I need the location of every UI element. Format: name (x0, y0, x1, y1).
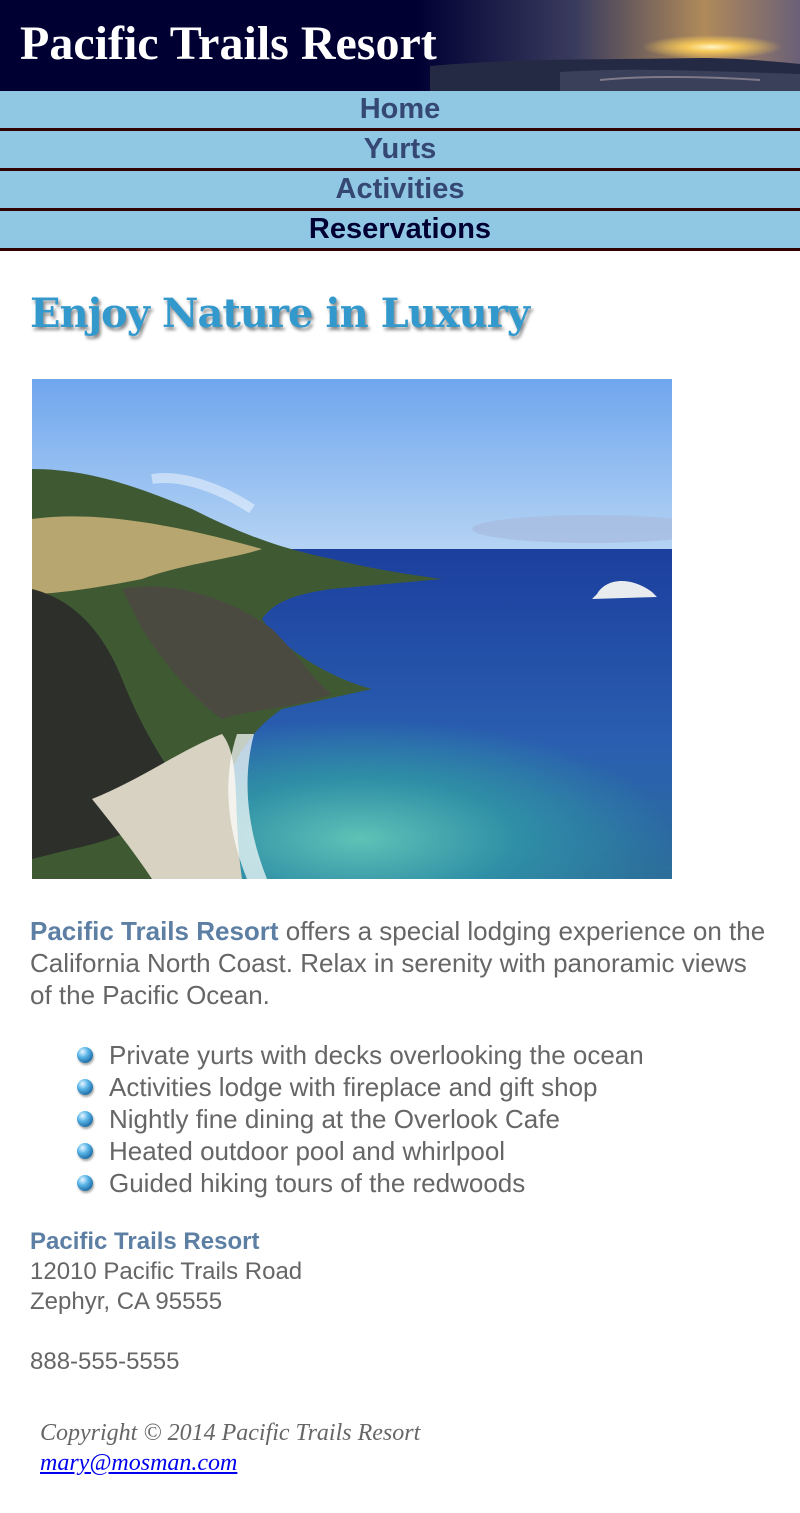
nav-activities-link[interactable]: Activities (0, 171, 800, 211)
nav-yurts-link[interactable]: Yurts (0, 131, 800, 171)
nav-home-link[interactable]: Home (0, 91, 800, 131)
bullet-icon (77, 1111, 93, 1127)
coastline-photo (32, 379, 672, 879)
intro-paragraph: Pacific Trails Resort offers a special l… (30, 915, 770, 1011)
intro-brand-name: Pacific Trails Resort (30, 916, 279, 946)
features-list: Private yurts with decks overlooking the… (76, 1039, 644, 1199)
address-name: Pacific Trails Resort (30, 1228, 260, 1255)
bullet-icon (77, 1175, 93, 1191)
address-city: Zephyr, CA 95555 (30, 1288, 223, 1315)
list-item: Guided hiking tours of the redwoods (76, 1167, 644, 1199)
address-street: 12010 Pacific Trails Road (30, 1258, 303, 1285)
page-footer: Copyright © 2014 Pacific Trails Resort m… (40, 1418, 420, 1478)
feature-text: Guided hiking tours of the redwoods (109, 1168, 526, 1198)
bullet-icon (77, 1079, 93, 1095)
feature-text: Heated outdoor pool and whirlpool (109, 1136, 506, 1166)
email-link[interactable]: mary@mosman.com (40, 1448, 420, 1478)
nav-reservations-link[interactable]: Reservations (0, 211, 800, 251)
bullet-icon (77, 1047, 93, 1063)
list-item: Nightly fine dining at the Overlook Cafe (76, 1103, 644, 1135)
feature-text: Nightly fine dining at the Overlook Cafe (109, 1104, 560, 1134)
phone-number: 888-555-5555 (30, 1348, 180, 1375)
contact-address: Pacific Trails Resort 12010 Pacific Trai… (30, 1227, 302, 1377)
feature-text: Activities lodge with fireplace and gift… (109, 1072, 598, 1102)
bullet-icon (77, 1143, 93, 1159)
main-nav: Home Yurts Activities Reservations (0, 91, 800, 251)
list-item: Private yurts with decks overlooking the… (76, 1039, 644, 1071)
copyright-text: Copyright © 2014 Pacific Trails Resort (40, 1420, 421, 1446)
page-headline: Enjoy Nature in Luxury (30, 290, 530, 337)
list-item: Activities lodge with fireplace and gift… (76, 1071, 644, 1103)
site-header: Pacific Trails Resort (0, 0, 800, 91)
site-title: Pacific Trails Resort (20, 17, 437, 70)
list-item: Heated outdoor pool and whirlpool (76, 1135, 644, 1167)
feature-text: Private yurts with decks overlooking the… (109, 1040, 644, 1070)
